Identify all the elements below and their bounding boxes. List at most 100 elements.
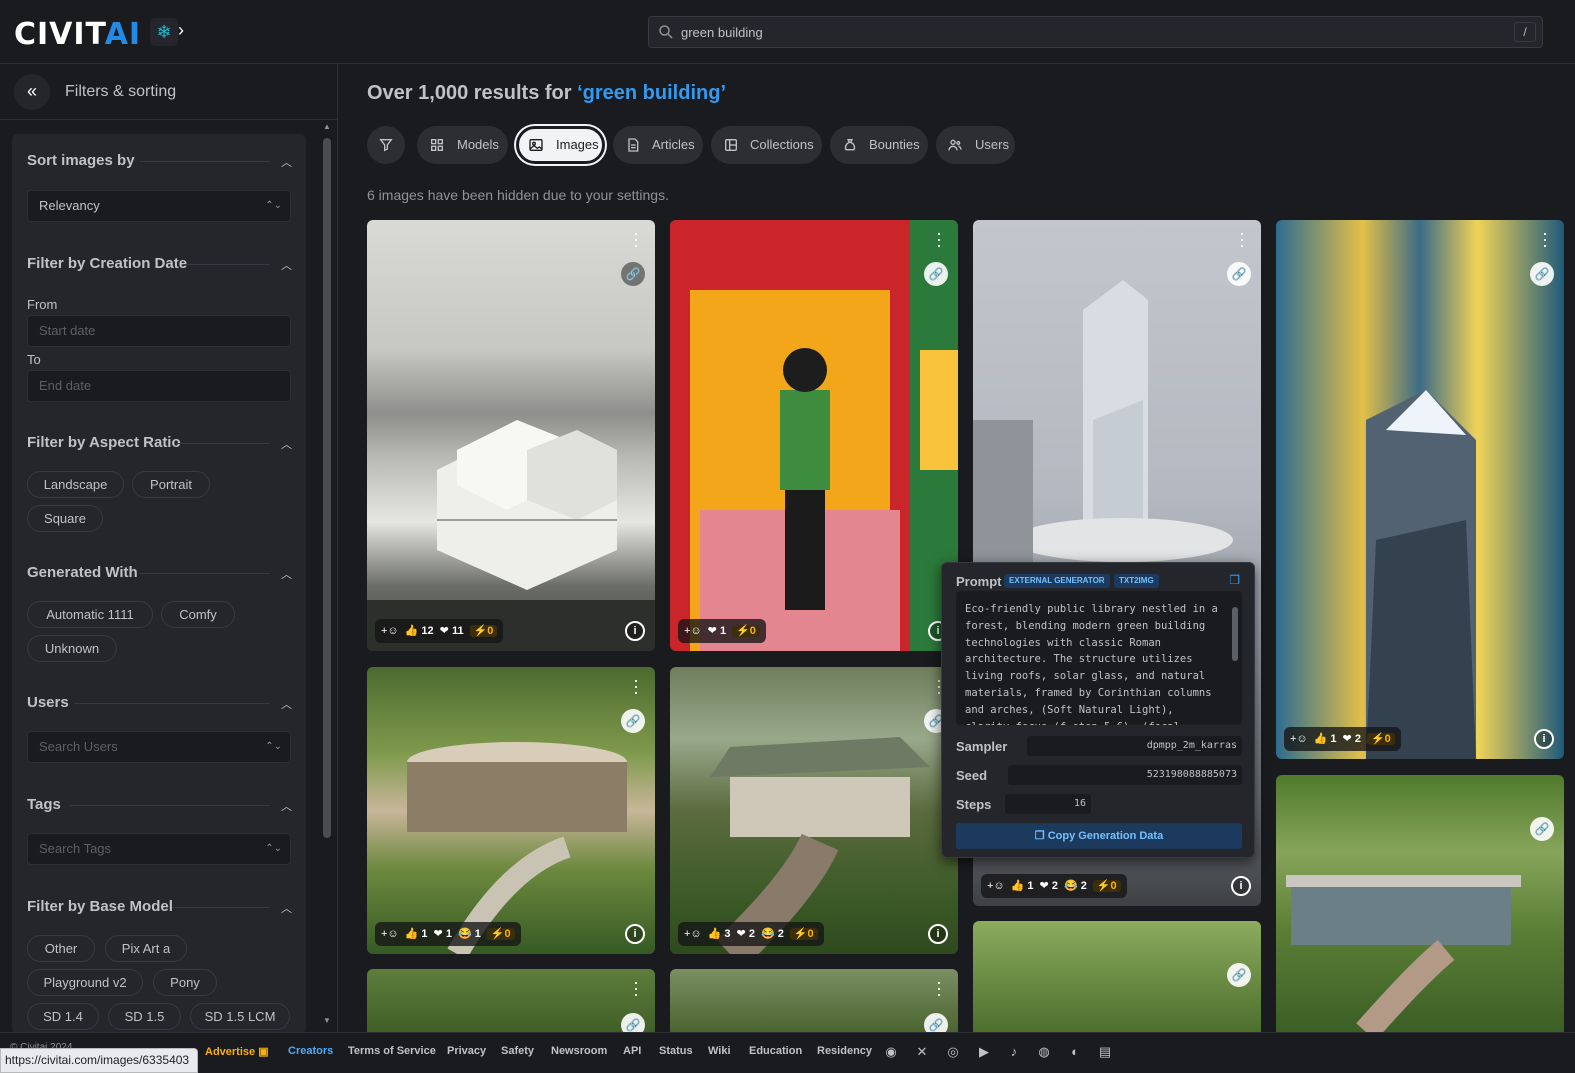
link-icon[interactable]: 🔗 xyxy=(621,262,645,286)
copy-generation-data-button[interactable]: ❐ Copy Generation Data xyxy=(956,823,1242,849)
image-card[interactable]: · · · 🔗 xyxy=(670,969,958,1032)
end-date-input[interactable]: End date xyxy=(27,370,291,402)
reaction-bar[interactable]: +☺ 👍 12 ❤ 11 ⚡0 xyxy=(375,619,504,643)
github-icon[interactable]: ◐ xyxy=(1066,1043,1084,1061)
image-card[interactable]: · · · 🔗 +☺ 👍 1 ❤ 1 😂 1 ⚡0 i xyxy=(367,667,655,954)
footer-link-privacy[interactable]: Privacy xyxy=(447,1045,486,1057)
heart-count[interactable]: ❤ 1 xyxy=(708,625,726,637)
reaction-bar[interactable]: +☺ 👍 1 ❤ 2 ⚡0 xyxy=(1284,727,1401,751)
link-icon[interactable]: 🔗 xyxy=(621,709,645,733)
add-reaction-icon[interactable]: +☺ xyxy=(381,625,399,637)
reaction-bar[interactable]: +☺ 👍 1 ❤ 2 😂 2 ⚡0 xyxy=(981,874,1127,898)
image-forest-pavilion-columns[interactable] xyxy=(670,667,958,954)
info-icon[interactable]: i xyxy=(625,924,645,944)
image-card[interactable]: · · · 🔗 +☺ 👍 3 ❤ 2 😂 2 ⚡0 i xyxy=(670,667,958,954)
laugh-count[interactable]: 😂 1 xyxy=(458,928,481,940)
thumbs-up-count[interactable]: 👍 12 xyxy=(405,625,434,637)
link-icon[interactable]: 🔗 xyxy=(1227,963,1251,987)
sort-select[interactable]: Relevancy ⌃⌄ xyxy=(27,190,291,222)
footer-link-advertise[interactable]: Advertise ▣ xyxy=(205,1045,269,1058)
buzz-count[interactable]: ⚡0 xyxy=(732,625,760,637)
instagram-icon[interactable]: ◎ xyxy=(944,1043,962,1061)
info-icon[interactable]: i xyxy=(1534,729,1554,749)
image-card[interactable]: 🔗 xyxy=(1276,775,1564,1032)
scrollbar-thumb[interactable] xyxy=(1232,607,1238,661)
heart-count[interactable]: ❤ 11 xyxy=(440,625,464,637)
footer-link-safety[interactable]: Safety xyxy=(501,1045,534,1057)
chevron-up-icon[interactable]: ︿ xyxy=(281,900,293,915)
chip-sd-1-5-lcm[interactable]: SD 1.5 LCM xyxy=(190,1003,290,1030)
footer-link-status[interactable]: Status xyxy=(659,1045,693,1057)
info-icon[interactable]: i xyxy=(1231,876,1251,896)
buzz-count[interactable]: ⚡0 xyxy=(789,928,818,940)
chip-playground-v2[interactable]: Playground v2 xyxy=(27,969,143,996)
buzz-count[interactable]: ⚡0 xyxy=(1366,733,1395,745)
footer-link-wiki[interactable]: Wiki xyxy=(708,1045,731,1057)
link-icon[interactable]: 🔗 xyxy=(1227,262,1251,286)
chevron-up-icon[interactable]: ︿ xyxy=(281,154,293,169)
link-icon[interactable]: 🔗 xyxy=(1530,262,1554,286)
scroll-down-icon[interactable]: ▼ xyxy=(322,1016,332,1025)
chip-landscape[interactable]: Landscape xyxy=(27,471,124,498)
sidebar-scrollbar[interactable]: ▲ ▼ xyxy=(320,120,334,1032)
tab-images[interactable]: Images xyxy=(516,126,605,164)
twitch-icon[interactable]: ▤ xyxy=(1096,1043,1114,1061)
prompt-scrollbar[interactable] xyxy=(1230,597,1240,719)
heart-count[interactable]: ❤ 1 xyxy=(434,928,452,940)
add-reaction-icon[interactable]: +☺ xyxy=(684,928,702,940)
heart-count[interactable]: ❤ 2 xyxy=(1343,733,1361,745)
filter-button[interactable] xyxy=(367,126,405,164)
info-icon[interactable]: i xyxy=(928,924,948,944)
image-forest-preview[interactable] xyxy=(367,969,655,1032)
thumbs-up-count[interactable]: 👍 1 xyxy=(1011,880,1034,892)
collapse-sidebar-button[interactable]: « xyxy=(14,74,50,110)
civitai-logo[interactable]: CIVITAI xyxy=(14,17,141,52)
tab-collections[interactable]: Collections xyxy=(711,126,822,164)
heart-count[interactable]: ❤ 2 xyxy=(1040,880,1058,892)
chip-portrait[interactable]: Portrait xyxy=(132,471,210,498)
prompt-textbox[interactable]: Eco-friendly public library nestled in a… xyxy=(956,591,1242,725)
chevron-up-icon[interactable]: ︿ xyxy=(281,257,293,272)
chevron-up-icon[interactable]: ︿ xyxy=(281,798,293,813)
image-forest-canopy[interactable] xyxy=(973,921,1261,1032)
laugh-count[interactable]: 😂 2 xyxy=(761,928,784,940)
tab-users[interactable]: Users xyxy=(936,126,1015,164)
x-twitter-icon[interactable]: ✕ xyxy=(913,1043,931,1061)
search-bar[interactable]: / xyxy=(648,16,1543,48)
scroll-up-icon[interactable]: ▲ xyxy=(322,122,332,131)
link-icon[interactable]: 🔗 xyxy=(621,1013,645,1032)
footer-link-education[interactable]: Education xyxy=(749,1045,802,1057)
more-options-icon[interactable]: · · · xyxy=(936,224,942,254)
chip-pix-art-a[interactable]: Pix Art a xyxy=(105,935,187,962)
link-icon[interactable]: 🔗 xyxy=(924,1013,948,1032)
snowflake-icon[interactable]: ❄ xyxy=(150,18,178,46)
chevron-up-icon[interactable]: ︿ xyxy=(281,436,293,451)
chip-automatic-1111[interactable]: Automatic 1111 xyxy=(27,601,153,628)
footer-link-terms[interactable]: Terms of Service xyxy=(348,1045,436,1057)
footer-link-creators[interactable]: Creators xyxy=(288,1045,333,1057)
footer-link-newsroom[interactable]: Newsroom xyxy=(551,1045,607,1057)
chevron-right-icon[interactable]: › xyxy=(178,20,184,41)
tiktok-icon[interactable]: ♪ xyxy=(1005,1043,1023,1061)
reddit-icon[interactable]: ◍ xyxy=(1035,1043,1053,1061)
image-card[interactable]: 🔗 xyxy=(973,921,1261,1032)
add-reaction-icon[interactable]: +☺ xyxy=(987,880,1005,892)
footer-link-residency[interactable]: Residency xyxy=(817,1045,872,1057)
search-input[interactable] xyxy=(681,17,1501,47)
thumbs-up-count[interactable]: 👍 1 xyxy=(1314,733,1337,745)
chip-sd-1-4[interactable]: SD 1.4 xyxy=(27,1003,99,1030)
image-comic-boy-red-door[interactable] xyxy=(670,220,958,651)
buzz-count[interactable]: ⚡0 xyxy=(469,625,498,637)
more-options-icon[interactable]: · · · xyxy=(1542,224,1548,254)
tab-articles[interactable]: Articles xyxy=(613,126,703,164)
chip-other[interactable]: Other xyxy=(27,935,95,962)
chip-comfy[interactable]: Comfy xyxy=(161,601,235,628)
reaction-bar[interactable]: +☺ 👍 1 ❤ 1 😂 1 ⚡0 xyxy=(375,922,521,946)
chevron-up-icon[interactable]: ︿ xyxy=(281,696,293,711)
image-card[interactable]: · · · 🔗 xyxy=(367,969,655,1032)
image-modern-white-building[interactable] xyxy=(367,220,655,651)
chip-unknown[interactable]: Unknown xyxy=(27,635,117,662)
more-options-icon[interactable]: · · · xyxy=(633,973,639,1003)
heart-count[interactable]: ❤ 2 xyxy=(737,928,755,940)
image-card[interactable]: · · · 🔗 +☺ 👍 1 ❤ 2 ⚡0 i xyxy=(1276,220,1564,759)
